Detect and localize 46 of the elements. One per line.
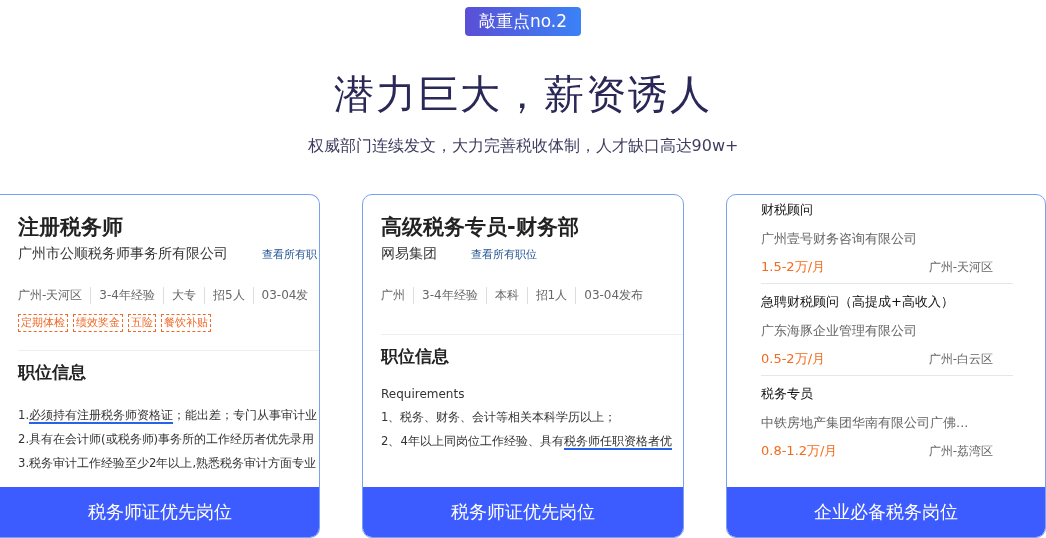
section-heading: 职位信息 — [381, 345, 450, 367]
headline: 潜力巨大，薪资诱人 — [334, 70, 712, 118]
job-title: 高级税务专员-财务部 — [381, 214, 580, 241]
job-meta: 3-4年经验 — [413, 287, 486, 304]
company-name: 网易集团 — [381, 245, 437, 263]
category-button[interactable]: 税务师证优先岗位 — [363, 487, 683, 537]
job-meta: 03-04发布 — [575, 287, 652, 304]
section-badge: 敲重点no.2 — [464, 7, 582, 36]
job-title[interactable]: 财税顾问 — [761, 201, 1013, 219]
company-name: 中铁房地产集团华南有限公司广佛... — [761, 414, 970, 432]
requirement-line: 1、税务、财务、会计等相关本科学历以上； — [381, 409, 618, 425]
salary: 1.5-2万/月 — [761, 258, 826, 276]
company-name: 广东海豚企业管理有限公司 — [761, 322, 918, 340]
job-location: 广州-荔湾区 — [928, 443, 993, 460]
category-button[interactable]: 税务师证优先岗位 — [0, 487, 319, 537]
requirements-heading: Requirements — [381, 387, 466, 401]
job-location: 广州-天河区 — [928, 259, 993, 276]
job-title[interactable]: 急聘财税顾问（高提成+高收入） — [761, 293, 1013, 311]
job-meta: 大专 — [162, 287, 204, 304]
salary: 0.5-2万/月 — [761, 350, 826, 368]
benefit-tag: 五险 — [128, 314, 156, 332]
benefit-tag: 绩效奖金 — [73, 314, 123, 332]
salary: 0.8-1.2万/月 — [761, 442, 838, 460]
job-meta: 招1人 — [526, 287, 576, 304]
job-meta: 招5人 — [203, 287, 253, 304]
benefit-tag: 餐饮补贴 — [161, 314, 211, 332]
job-title: 注册税务师 — [18, 214, 124, 241]
requirement-line: 1.必须持有注册税务师资格证；能出差；专门从事审计业 — [18, 407, 319, 423]
company-name: 广州市公顺税务师事务所有限公司 — [18, 245, 228, 263]
requirement-line: 2.具有在会计师(或税务师)事务所的工作经历者优先录用 — [18, 431, 316, 447]
category-button[interactable]: 企业必备税务岗位 — [727, 487, 1045, 537]
benefit-tag: 定期体检 — [18, 314, 68, 332]
job-meta: 广州 — [381, 287, 406, 304]
subtitle: 权威部门连续发文，大力完善税收体制，人才缺口高达90w+ — [307, 136, 739, 156]
job-meta: 03-04发 — [252, 287, 317, 304]
job-title[interactable]: 税务专员 — [761, 385, 1013, 403]
requirement-line: 2、4年以上同岗位工作经验、具有税务师任职资格者优 — [381, 433, 673, 449]
view-all-jobs-link[interactable]: 查看所有职 — [262, 248, 317, 262]
requirement-line: 3.税务审计工作经验至少2年以上,熟悉税务审计方面专业 — [18, 455, 318, 471]
job-location: 广州-白云区 — [928, 351, 993, 368]
job-meta: 广州-天河区 — [18, 287, 84, 304]
job-meta: 3-4年经验 — [90, 287, 163, 304]
job-meta: 本科 — [485, 287, 527, 304]
section-heading: 职位信息 — [18, 361, 87, 383]
company-name: 广州壹号财务咨询有限公司 — [761, 230, 918, 248]
view-all-jobs-link[interactable]: 查看所有职位 — [471, 248, 537, 262]
